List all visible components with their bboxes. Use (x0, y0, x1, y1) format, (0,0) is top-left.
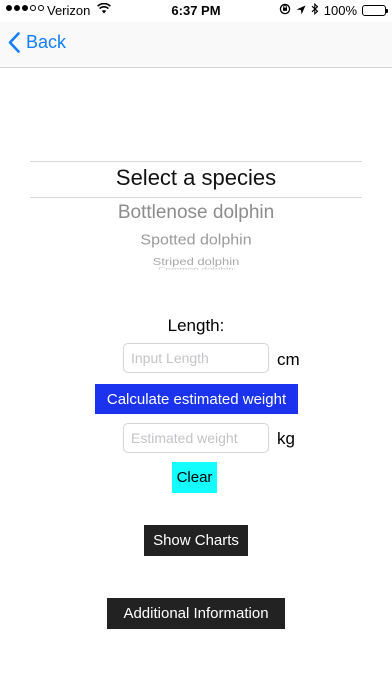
battery-icon (362, 5, 388, 16)
show-charts-button[interactable]: Show Charts (144, 525, 248, 556)
back-button[interactable]: Back (8, 32, 66, 53)
picker-option[interactable]: Common dolphin (0, 266, 392, 269)
bluetooth-icon (311, 2, 319, 18)
length-unit-label: cm (277, 350, 300, 369)
estimated-weight-field[interactable] (123, 423, 269, 453)
battery-percentage: 100% (323, 3, 357, 18)
status-bar: Verizon 6:37 PM 100% (0, 0, 392, 22)
chevron-left-icon (8, 32, 20, 53)
picker-selected-row[interactable]: Select a species (0, 165, 392, 191)
picker-option[interactable]: Spotted dolphin (0, 233, 392, 250)
orientation-lock-icon (279, 3, 291, 18)
clear-button[interactable]: Clear (172, 462, 217, 493)
back-button-label: Back (26, 32, 67, 52)
calculate-weight-button[interactable]: Calculate estimated weight (95, 384, 298, 414)
picker-bottom-divider (30, 197, 362, 198)
weight-unit-label: kg (277, 429, 295, 448)
length-input[interactable] (123, 343, 269, 373)
navigation-bar: Back (0, 22, 392, 68)
picker-option[interactable]: Bottlenose dolphin (0, 202, 392, 224)
location-icon (296, 3, 306, 18)
picker-top-divider (30, 161, 362, 162)
status-right: 100% (279, 2, 388, 18)
additional-information-button[interactable]: Additional Information (107, 598, 285, 629)
length-label: Length: (167, 316, 225, 335)
